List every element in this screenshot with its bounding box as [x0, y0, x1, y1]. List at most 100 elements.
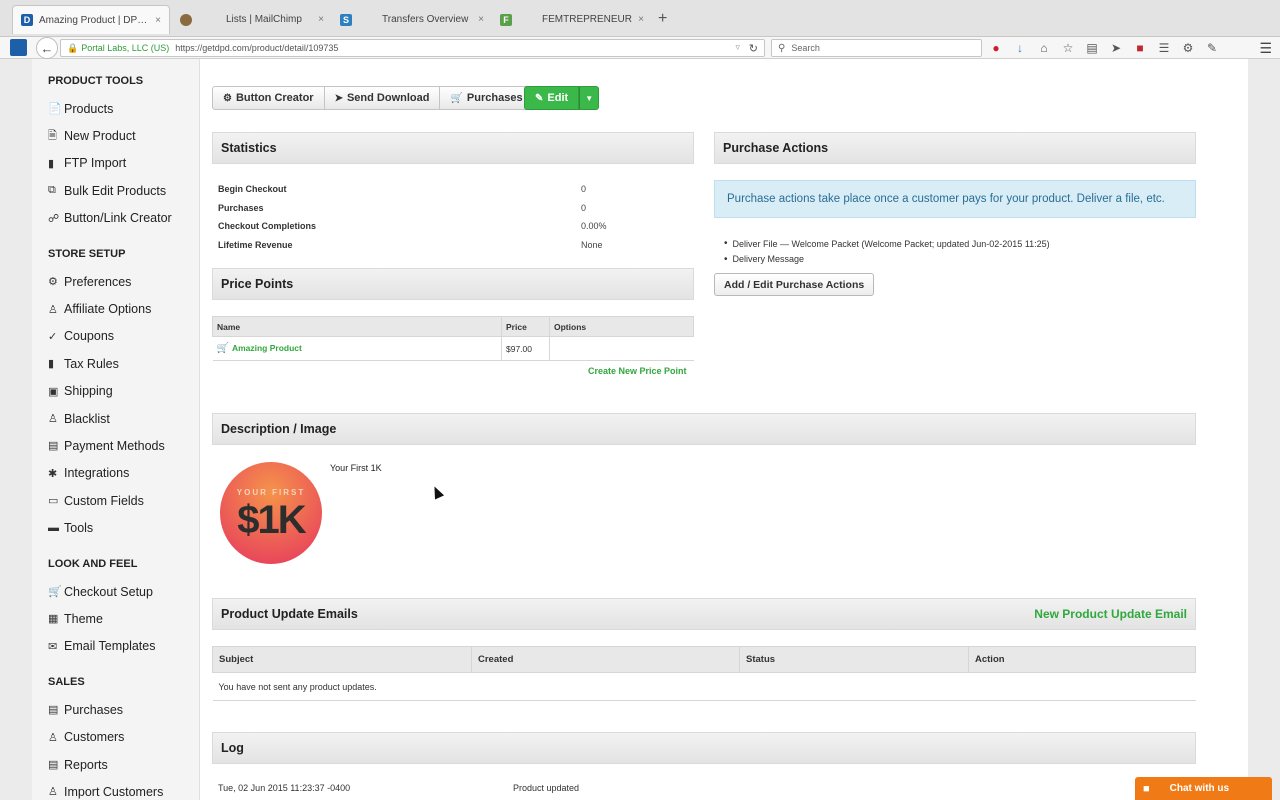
add-edit-purchase-actions-button[interactable]: Add / Edit Purchase Actions	[714, 273, 875, 296]
sidebar: PRODUCT TOOLS 📄 Products 🗎 New Product ▮ FT…	[32, 59, 200, 800]
sidebar-item-preferences[interactable]: ⚙ Preferences	[48, 268, 199, 295]
button-label: Purchases	[466, 92, 523, 104]
bookmark-star-icon[interactable]: ☆	[1060, 40, 1076, 56]
stat-label: Checkout Completions	[218, 221, 317, 232]
address-bar[interactable]: 🔒 Portal Labs, LLC (US) https://getdpd.c…	[60, 39, 765, 57]
extension-icon[interactable]: ■	[1132, 40, 1148, 56]
sidebar-item-new-product[interactable]: 🗎 New Product	[48, 122, 199, 149]
paper-plane-icon: ➤	[334, 92, 343, 104]
close-tab-icon[interactable]: ×	[478, 14, 484, 25]
sidebar-item-payment-methods[interactable]: ▤ Payment Methods	[48, 432, 199, 459]
sidebar-item-import-customers[interactable]: ♙ Import Customers	[48, 778, 199, 800]
stat-value: 0	[581, 184, 587, 195]
cart-icon: 🛒	[48, 586, 62, 599]
edit-dropdown-toggle[interactable]: ▼	[579, 86, 600, 110]
chat-widget-button[interactable]: ■ Chat with us	[1135, 777, 1272, 800]
sidebar-item-tax-rules[interactable]: ▮ Tax Rules	[48, 350, 199, 377]
sidebar-item-button-link-creator[interactable]: ☍ Button/Link Creator	[48, 205, 199, 232]
sidebar-item-label: Tools	[64, 521, 94, 536]
edit-button[interactable]: ✎ Edit	[524, 86, 580, 110]
stat-row: Purchases 0	[218, 199, 688, 218]
sidebar-item-custom-fields[interactable]: ▭ Custom Fields	[48, 487, 199, 514]
purchases-button[interactable]: 🛒 Purchases	[440, 86, 534, 110]
new-product-update-email-link[interactable]: New Product Update Email	[1034, 607, 1187, 621]
purchase-actions-info: Purchase actions take place once a custo…	[714, 180, 1196, 218]
sidebar-section-look-and-feel: LOOK AND FEEL	[48, 557, 138, 570]
sidebar-item-tools[interactable]: ▬ Tools	[48, 514, 199, 541]
theme-icon: ▦	[48, 613, 59, 626]
tab-title: Lists | MailChimp	[226, 14, 302, 25]
browser-tab-mailchimp[interactable]: Lists | MailChimp ×	[172, 6, 332, 33]
input-field-icon: ▭	[48, 495, 59, 508]
sidebar-item-label: Button/Link Creator	[64, 211, 172, 226]
browser-tab-transfers[interactable]: S Transfers Overview ×	[332, 6, 492, 33]
sidebar-item-label: Tax Rules	[64, 356, 119, 371]
sidebar-item-bulk-edit[interactable]: ⧉ Bulk Edit Products	[48, 177, 199, 204]
layers-icon[interactable]: ☰	[1156, 40, 1172, 56]
sidebar-item-label: Custom Fields	[64, 493, 144, 508]
search-input[interactable]: ⚲ Search	[771, 39, 982, 57]
sidebar-item-ftp-import[interactable]: ▮ FTP Import	[48, 150, 199, 177]
sidebar-item-label: Shipping	[64, 384, 113, 399]
chat-bubble-icon: ■	[1143, 782, 1150, 795]
reading-list-icon[interactable]: ▤	[1084, 40, 1100, 56]
close-tab-icon[interactable]: ×	[155, 15, 161, 26]
create-price-point-link[interactable]: Create New Price Point	[588, 366, 687, 376]
stat-row: Lifetime Revenue None	[218, 236, 688, 255]
back-arrow-icon[interactable]: ←	[36, 37, 58, 59]
home-icon[interactable]: ⌂	[1036, 40, 1052, 56]
gear-icon: ⚙	[223, 92, 232, 104]
mailchimp-favicon-icon	[180, 13, 192, 26]
cart-icon: 🛒	[216, 343, 229, 354]
sidebar-item-email-templates[interactable]: ✉ Email Templates	[48, 633, 199, 660]
sidebar-item-affiliate-options[interactable]: ♙ Affiliate Options	[48, 295, 199, 322]
sidebar-item-reports[interactable]: ▤ Reports	[48, 751, 199, 778]
sidebar-item-integrations[interactable]: ✱ Integrations	[48, 460, 199, 487]
browser-tab-femtrepreneur[interactable]: F FEMTREPRENEUR ×	[492, 6, 652, 33]
download-icon[interactable]: ↓	[1012, 40, 1028, 56]
close-tab-icon[interactable]: ×	[318, 14, 324, 25]
send-icon[interactable]: ➤	[1108, 40, 1124, 56]
new-tab-button[interactable]: +	[658, 10, 667, 28]
sidebar-item-shipping[interactable]: ▣ Shipping	[48, 378, 199, 405]
site-identity: Portal Labs, LLC (US)	[81, 43, 170, 53]
column-header-action: Action	[968, 646, 1196, 673]
puzzle-icon: ✱	[48, 467, 58, 480]
sidebar-item-purchases[interactable]: ▤ Purchases	[48, 696, 199, 723]
sidebar-item-customers[interactable]: ♙ Customers	[48, 723, 199, 750]
page-content: PRODUCT TOOLS 📄 Products 🗎 New Product ▮ FT…	[32, 59, 1248, 800]
extension-puzzle-icon[interactable]: ⚙	[1180, 40, 1196, 56]
search-icon: ⚲	[778, 42, 786, 54]
log-timestamp: Tue, 02 Jun 2015 11:23:37 -0400	[218, 783, 351, 793]
app-logo-icon[interactable]	[10, 39, 27, 56]
sidebar-item-products[interactable]: 📄 Products	[48, 95, 199, 122]
browser-tab-dpd[interactable]: D Amazing Product | DPD Sho... ×	[12, 5, 170, 34]
sidebar-item-checkout-setup[interactable]: 🛒 Checkout Setup	[48, 578, 199, 605]
button-creator-button[interactable]: ⚙ Button Creator	[212, 86, 325, 110]
sidebar-item-label: Reports	[64, 757, 108, 772]
column-header-options: Options	[549, 316, 694, 337]
product-image-top-text: YOUR FIRST	[236, 488, 306, 497]
send-download-button[interactable]: ➤ Send Download	[324, 86, 441, 110]
menu-icon[interactable]: ☰	[1259, 40, 1272, 57]
pinterest-icon[interactable]: ●	[988, 40, 1004, 56]
sidebar-item-coupons[interactable]: ✓ Coupons	[48, 323, 199, 350]
sidebar-item-blacklist[interactable]: ♙ Blacklist	[48, 405, 199, 432]
reload-icon[interactable]: ↻	[749, 42, 758, 55]
log-header: Log	[212, 732, 1196, 764]
stat-value: None	[581, 239, 603, 250]
close-tab-icon[interactable]: ×	[638, 14, 644, 25]
log-message: Product updated	[513, 783, 580, 793]
button-label: Button Creator	[235, 92, 314, 104]
chart-icon: ▤	[48, 759, 59, 771]
sidebar-item-label: FTP Import	[64, 156, 127, 171]
dropdown-arrow-icon[interactable]: ▿	[735, 42, 740, 53]
url-text[interactable]: https://getdpd.com/product/detail/109735	[175, 43, 338, 53]
link-icon: ☍	[48, 212, 60, 225]
price-point-link[interactable]: Amazing Product	[232, 343, 302, 353]
stat-label: Lifetime Revenue	[218, 239, 293, 250]
file-icon: 📄	[48, 103, 62, 116]
tools-icon[interactable]: ✎	[1204, 40, 1220, 56]
description-header: Description / Image	[212, 413, 1196, 445]
sidebar-item-theme[interactable]: ▦ Theme	[48, 605, 199, 632]
